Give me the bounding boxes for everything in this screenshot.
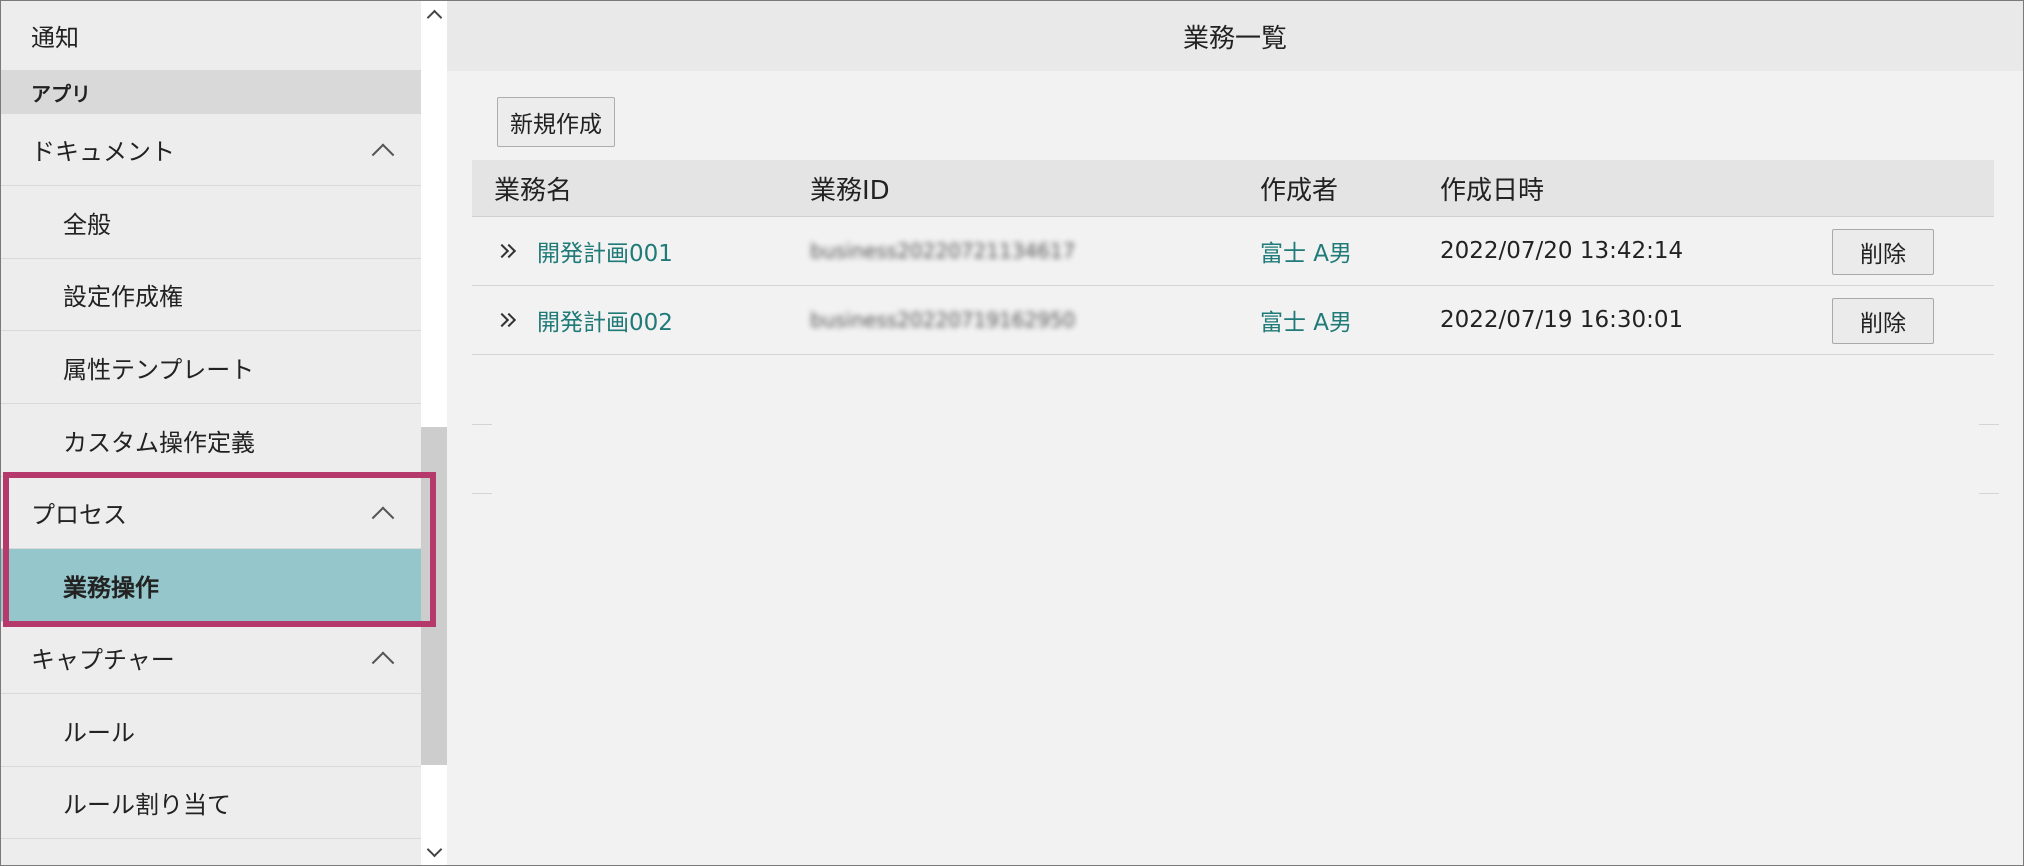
chevron-up-icon[interactable] (371, 505, 395, 529)
sidebar-item-more (1, 839, 421, 865)
column-header-creator[interactable]: 作成者 (1260, 160, 1338, 216)
scroll-down-icon[interactable] (421, 839, 447, 865)
sidebar-item-label: キャプチャー (31, 646, 175, 674)
double-chevron-right-icon[interactable] (494, 217, 517, 285)
sidebar-item-attribute-template[interactable]: 属性テンプレート (1, 331, 421, 404)
divider (1979, 424, 1999, 425)
creator-link[interactable]: 富士 A男 (1260, 217, 1352, 285)
delete-button[interactable]: 削除 (1832, 298, 1934, 344)
app-window: 通知 アプリ ドキュメント 全般 設定作成権 属性テンプレート カスタム操作定義… (0, 0, 2024, 866)
sidebar-item-label: 業務操作 (63, 573, 159, 602)
column-header-id[interactable]: 業務ID (810, 160, 890, 216)
section-label: アプリ (31, 82, 91, 106)
created-datetime: 2022/07/19 16:30:01 (1440, 307, 1684, 333)
sidebar-item-custom-operation[interactable]: カスタム操作定義 (1, 404, 421, 477)
sidebar-item-label: ルール割り当て (63, 791, 231, 819)
business-name-link[interactable]: 開発計画001 (537, 217, 673, 285)
sidebar-item-notifications[interactable]: 通知 (1, 1, 421, 71)
divider (1979, 493, 1999, 494)
created-datetime: 2022/07/20 13:42:14 (1440, 238, 1684, 264)
scrollbar-thumb[interactable] (421, 427, 447, 765)
sidebar-item-label: 通知 (31, 24, 79, 52)
sidebar-item-business-operation[interactable]: 業務操作 (1, 549, 421, 622)
table-header: 業務名 業務ID 作成者 作成日時 (472, 160, 1994, 217)
delete-button[interactable]: 削除 (1832, 229, 1934, 275)
page-title-bar: 業務一覧 (447, 1, 2023, 71)
sidebar-item-rule-assignment[interactable]: ルール割り当て (1, 767, 421, 839)
sidebar-item-label: 属性テンプレート (63, 355, 255, 384)
double-chevron-right-icon[interactable] (494, 286, 517, 354)
scroll-up-icon[interactable] (421, 1, 447, 27)
sidebar-item-rule[interactable]: ルール (1, 694, 421, 767)
column-header-name[interactable]: 業務名 (494, 160, 572, 216)
sidebar-item-label: 全般 (63, 210, 111, 239)
sidebar-item-label: カスタム操作定義 (63, 428, 255, 457)
sidebar-item-setting-authority[interactable]: 設定作成権 (1, 259, 421, 331)
sidebar-item-label: ルール (63, 718, 135, 747)
sidebar-item-general[interactable]: 全般 (1, 186, 421, 259)
create-new-button[interactable]: 新規作成 (497, 97, 615, 147)
creator-link[interactable]: 富士 A男 (1260, 286, 1352, 354)
sidebar-section-apps: アプリ (1, 71, 421, 114)
sidebar-item-label: プロセス (31, 501, 127, 529)
sidebar-item-label: 設定作成権 (63, 283, 183, 311)
divider (472, 493, 492, 494)
business-id: business20220721134617 (810, 239, 1076, 263)
chevron-up-icon[interactable] (371, 650, 395, 674)
divider (472, 424, 492, 425)
sidebar-group-capture[interactable]: キャプチャー (1, 622, 421, 694)
sidebar: 通知 アプリ ドキュメント 全般 設定作成権 属性テンプレート カスタム操作定義… (1, 1, 421, 865)
table-row[interactable]: 開発計画002 business20220719162950 富士 A男 202… (472, 286, 1994, 355)
chevron-up-icon[interactable] (371, 142, 395, 166)
column-header-created[interactable]: 作成日時 (1440, 160, 1544, 216)
sidebar-item-label: ドキュメント (31, 138, 175, 166)
sidebar-group-documents[interactable]: ドキュメント (1, 114, 421, 186)
business-id: business20220719162950 (810, 308, 1076, 332)
table-row[interactable]: 開発計画001 business20220721134617 富士 A男 202… (472, 217, 1994, 286)
sidebar-group-process[interactable]: プロセス (1, 477, 421, 549)
business-name-link[interactable]: 開発計画002 (537, 286, 673, 354)
page-title: 業務一覧 (1182, 23, 1287, 54)
main-panel: 業務一覧 新規作成 業務名 業務ID 作成者 作成日時 開発計画001 busi… (447, 1, 2023, 865)
